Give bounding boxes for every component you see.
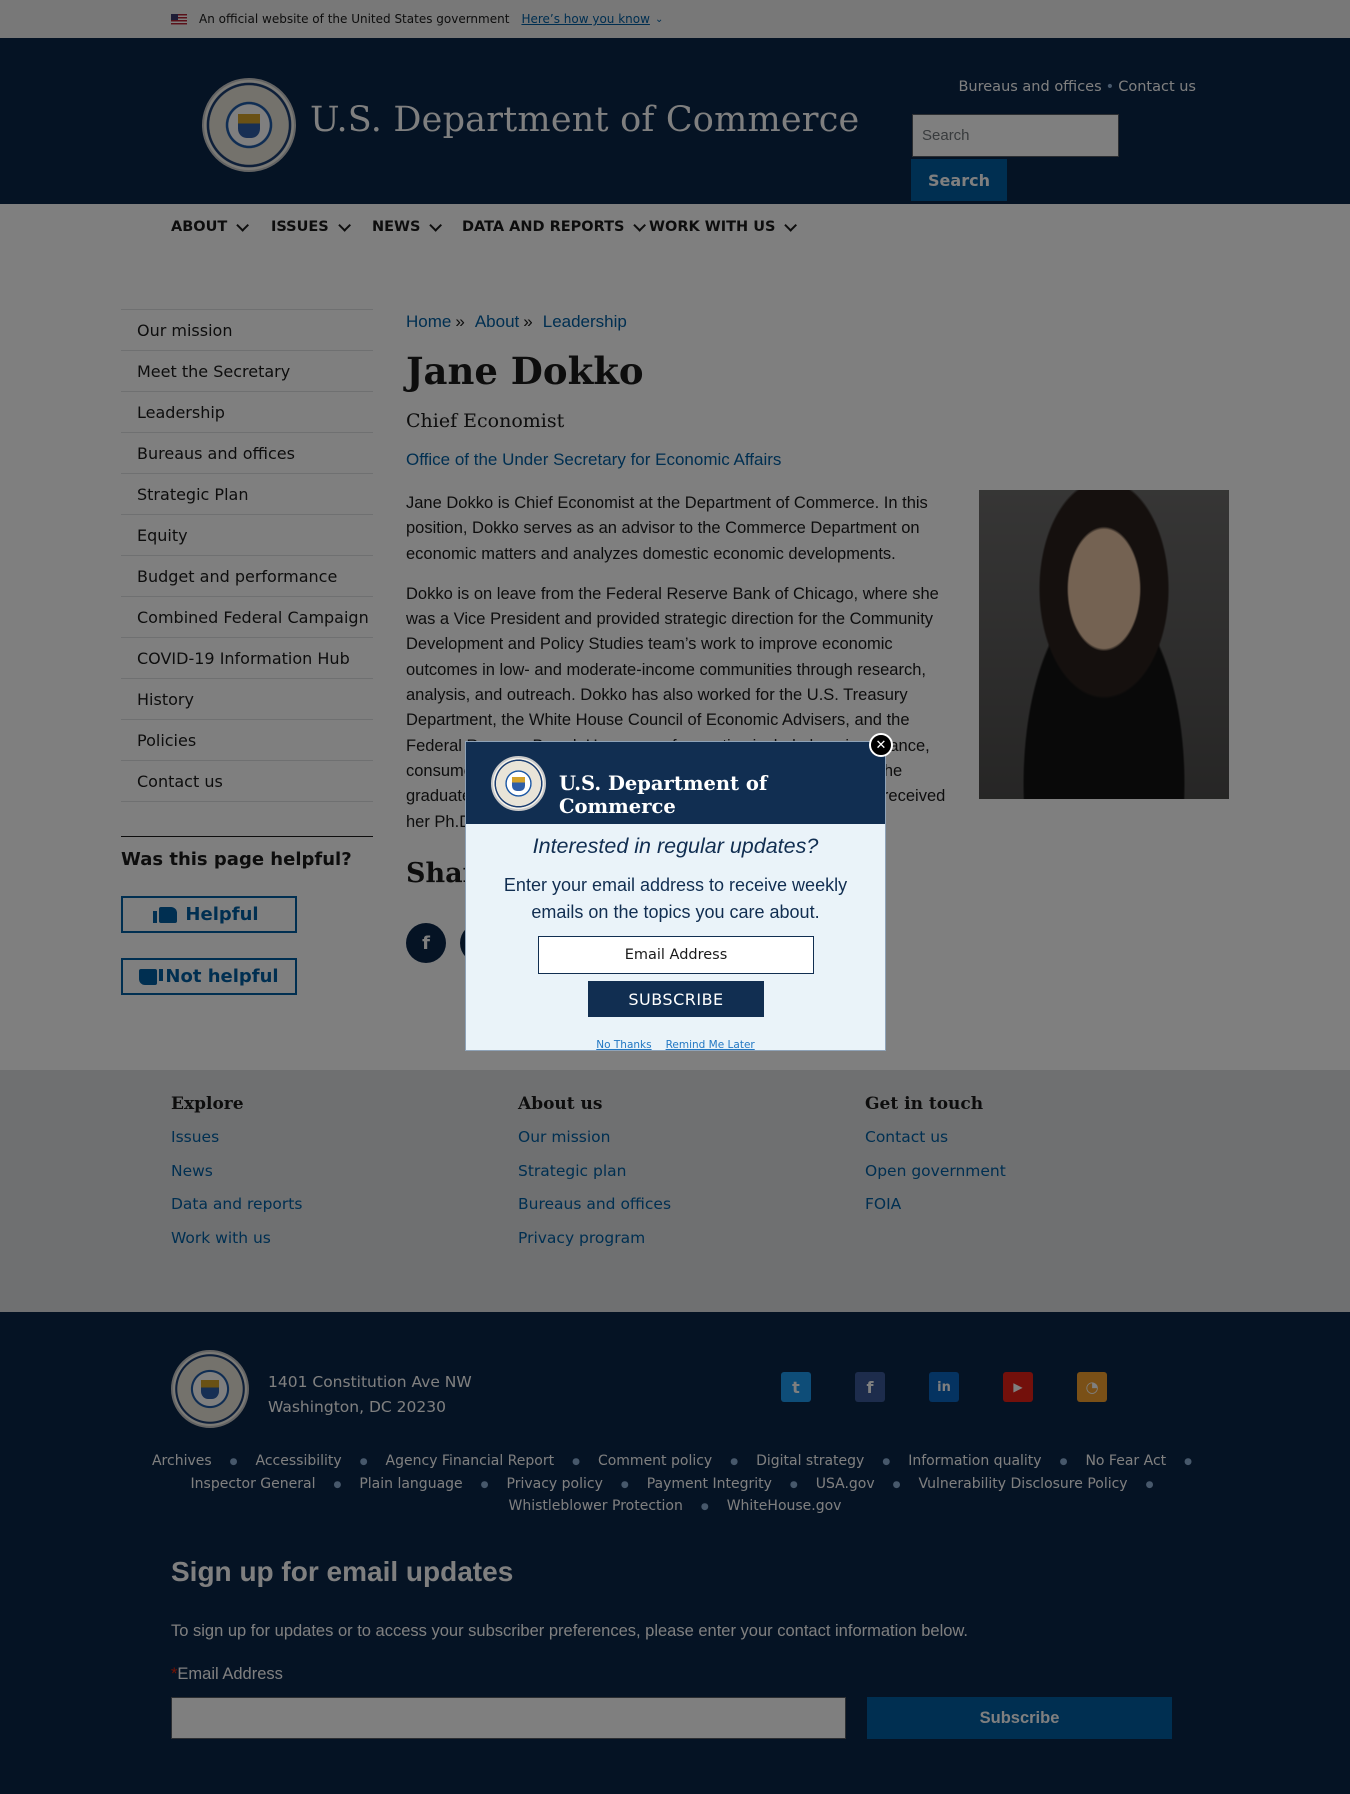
modal-question: Interested in regular updates? [532, 834, 819, 858]
modal-subscribe-button[interactable]: SUBSCRIBE [588, 981, 764, 1017]
modal-header: U.S. Department of Commerce [466, 742, 885, 824]
remind-me-later-link[interactable]: Remind Me Later [666, 1039, 755, 1051]
modal-text: Enter your email address to receive week… [503, 875, 848, 922]
modal-email-input[interactable]: Email Address [538, 936, 814, 974]
commerce-seal-logo [491, 756, 546, 811]
close-icon[interactable]: ✕ [869, 733, 893, 757]
modal-secondary-links: No Thanks Remind Me Later [466, 1039, 885, 1051]
email-signup-modal: U.S. Department of Commerce Interested i… [465, 741, 886, 1051]
no-thanks-link[interactable]: No Thanks [596, 1039, 651, 1051]
modal-title: U.S. Department of Commerce [559, 772, 768, 818]
